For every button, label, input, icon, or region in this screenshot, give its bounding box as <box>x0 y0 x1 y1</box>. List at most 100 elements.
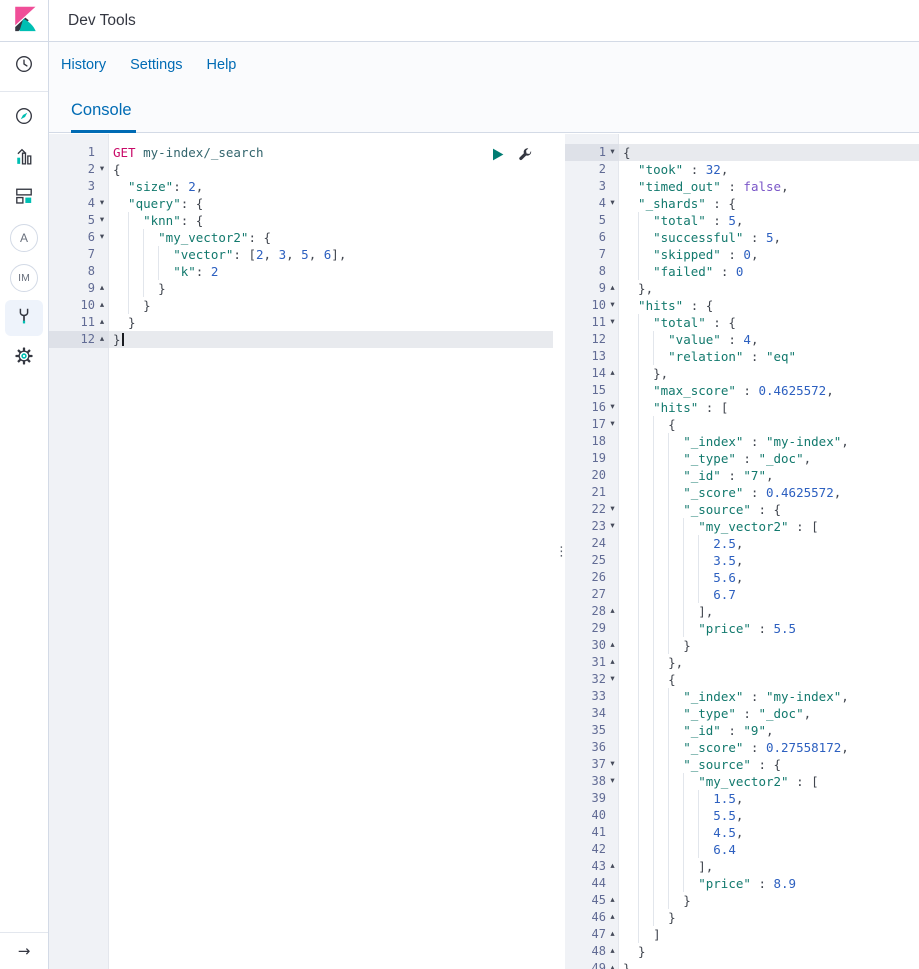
response-line[interactable]: 12 "value" : 4, <box>565 331 919 348</box>
kibana-logo[interactable] <box>0 0 49 41</box>
code-text[interactable]: ] <box>619 926 919 943</box>
code-text[interactable]: "_shards" : { <box>619 195 919 212</box>
fold-toggle-icon[interactable]: ▾ <box>606 314 619 331</box>
fold-toggle-icon[interactable]: ▴ <box>606 654 619 671</box>
code-text[interactable]: "skipped" : 0, <box>619 246 919 263</box>
code-text[interactable]: "_type" : "_doc", <box>619 450 919 467</box>
response-line[interactable]: 31 ▴}, <box>565 654 919 671</box>
code-text[interactable]: "price" : 8.9 <box>619 875 919 892</box>
fold-toggle-icon[interactable]: ▾ <box>606 773 619 790</box>
fold-toggle-icon[interactable]: ▴ <box>606 637 619 654</box>
request-options-button[interactable] <box>518 147 533 167</box>
sidebar-item-recently-viewed[interactable] <box>15 47 33 87</box>
response-line[interactable]: 21 "_score" : 0.4625572, <box>565 484 919 501</box>
response-line[interactable]: 24 2.5, <box>565 535 919 552</box>
code-text[interactable]: { <box>619 671 919 688</box>
fold-toggle-icon[interactable]: ▾ <box>606 501 619 518</box>
response-line[interactable]: 14 ▴}, <box>565 365 919 382</box>
code-text[interactable]: "max_score" : 0.4625572, <box>619 382 919 399</box>
request-line[interactable]: 10 ▴} <box>49 297 553 314</box>
response-line[interactable]: 30 ▴} <box>565 637 919 654</box>
history-link[interactable]: History <box>61 57 106 73</box>
code-text[interactable]: "k": 2 <box>109 263 553 280</box>
code-text[interactable]: "my_vector2": { <box>109 229 553 246</box>
response-line[interactable]: 49 ▴} <box>565 960 919 969</box>
fold-toggle-icon[interactable]: ▾ <box>606 756 619 773</box>
response-line[interactable]: 27 6.7 <box>565 586 919 603</box>
settings-link[interactable]: Settings <box>130 57 182 73</box>
response-line[interactable]: 33 "_index" : "my-index", <box>565 688 919 705</box>
sidebar-item-discover[interactable] <box>0 98 48 138</box>
code-text[interactable]: "my_vector2" : [ <box>619 773 919 790</box>
code-text[interactable]: "hits" : [ <box>619 399 919 416</box>
code-text[interactable]: "total" : 5, <box>619 212 919 229</box>
response-line[interactable]: 40 5.5, <box>565 807 919 824</box>
response-line[interactable]: 44 "price" : 8.9 <box>565 875 919 892</box>
response-line[interactable]: 25 3.5, <box>565 552 919 569</box>
fold-toggle-icon[interactable]: ▾ <box>606 297 619 314</box>
code-text[interactable]: { <box>109 161 553 178</box>
response-line[interactable]: 29 "price" : 5.5 <box>565 620 919 637</box>
fold-toggle-icon[interactable]: ▴ <box>606 365 619 382</box>
fold-toggle-icon[interactable]: ▾ <box>606 518 619 535</box>
code-text[interactable]: "failed" : 0 <box>619 263 919 280</box>
code-text[interactable]: } <box>619 909 919 926</box>
response-viewer[interactable]: 1 ▾{2 "took" : 32, 3 "timed_out" : false, 4 ▾ "… <box>565 134 919 969</box>
code-text[interactable]: "timed_out" : false, <box>619 178 919 195</box>
code-text[interactable]: "successful" : 5, <box>619 229 919 246</box>
request-line[interactable]: 3 "size": 2, <box>49 178 553 195</box>
code-text[interactable]: "took" : 32, <box>619 161 919 178</box>
code-text[interactable]: } <box>619 637 919 654</box>
response-line[interactable]: 41 4.5, <box>565 824 919 841</box>
code-text[interactable]: }, <box>619 280 919 297</box>
code-text[interactable]: "my_vector2" : [ <box>619 518 919 535</box>
response-line[interactable]: 37 ▾ "_source" : { <box>565 756 919 773</box>
response-line[interactable]: 6 "successful" : 5, <box>565 229 919 246</box>
code-text[interactable]: ], <box>619 603 919 620</box>
response-line[interactable]: 45 ▴} <box>565 892 919 909</box>
code-text[interactable]: } <box>109 331 553 348</box>
response-line[interactable]: 34 "_type" : "_doc", <box>565 705 919 722</box>
code-text[interactable]: 3.5, <box>619 552 919 569</box>
response-line[interactable]: 9 ▴}, <box>565 280 919 297</box>
sidebar-item-visualize[interactable] <box>0 138 48 178</box>
code-text[interactable]: "_index" : "my-index", <box>619 688 919 705</box>
sidebar-item-dev-tools[interactable] <box>5 300 43 336</box>
fold-toggle-icon[interactable]: ▾ <box>606 399 619 416</box>
code-text[interactable]: 6.7 <box>619 586 919 603</box>
response-line[interactable]: 8 "failed" : 0 <box>565 263 919 280</box>
fold-toggle-icon[interactable]: ▴ <box>606 943 619 960</box>
fold-toggle-icon[interactable]: ▴ <box>606 909 619 926</box>
code-text[interactable]: 6.4 <box>619 841 919 858</box>
response-line[interactable]: 18 "_index" : "my-index", <box>565 433 919 450</box>
fold-toggle-icon[interactable]: ▴ <box>606 892 619 909</box>
response-line[interactable]: 42 6.4 <box>565 841 919 858</box>
request-line[interactable]: 5 ▾ "knn": { <box>49 212 553 229</box>
response-line[interactable]: 2 "took" : 32, <box>565 161 919 178</box>
fold-toggle-icon[interactable]: ▾ <box>606 416 619 433</box>
code-text[interactable]: GET my-index/_search <box>109 144 553 161</box>
code-text[interactable]: "query": { <box>109 195 553 212</box>
response-line[interactable]: 1 ▾{ <box>565 144 919 161</box>
code-text[interactable]: } <box>109 314 553 331</box>
response-line[interactable]: 13 "relation" : "eq" <box>565 348 919 365</box>
response-line[interactable]: 46 ▴} <box>565 909 919 926</box>
request-line[interactable]: 8 "k": 2 <box>49 263 553 280</box>
response-line[interactable]: 20 "_id" : "7", <box>565 467 919 484</box>
response-line[interactable]: 10 ▾ "hits" : { <box>565 297 919 314</box>
response-line[interactable]: 26 5.6, <box>565 569 919 586</box>
code-text[interactable]: "_index" : "my-index", <box>619 433 919 450</box>
code-text[interactable]: }, <box>619 365 919 382</box>
code-text[interactable]: "_type" : "_doc", <box>619 705 919 722</box>
send-request-button[interactable] <box>491 147 505 167</box>
code-text[interactable]: "size": 2, <box>109 178 553 195</box>
code-text[interactable]: "value" : 4, <box>619 331 919 348</box>
response-line[interactable]: 47 ▴] <box>565 926 919 943</box>
request-editor[interactable]: 1 GET my-index/_search 2 ▾{3 "size": 2, 4 ▾ "qu… <box>49 134 553 969</box>
response-line[interactable]: 32 ▾{ <box>565 671 919 688</box>
sidebar-item-management[interactable] <box>0 338 48 378</box>
code-text[interactable]: } <box>619 943 919 960</box>
code-text[interactable]: }, <box>619 654 919 671</box>
response-line[interactable]: 15 "max_score" : 0.4625572, <box>565 382 919 399</box>
code-text[interactable]: "knn": { <box>109 212 553 229</box>
